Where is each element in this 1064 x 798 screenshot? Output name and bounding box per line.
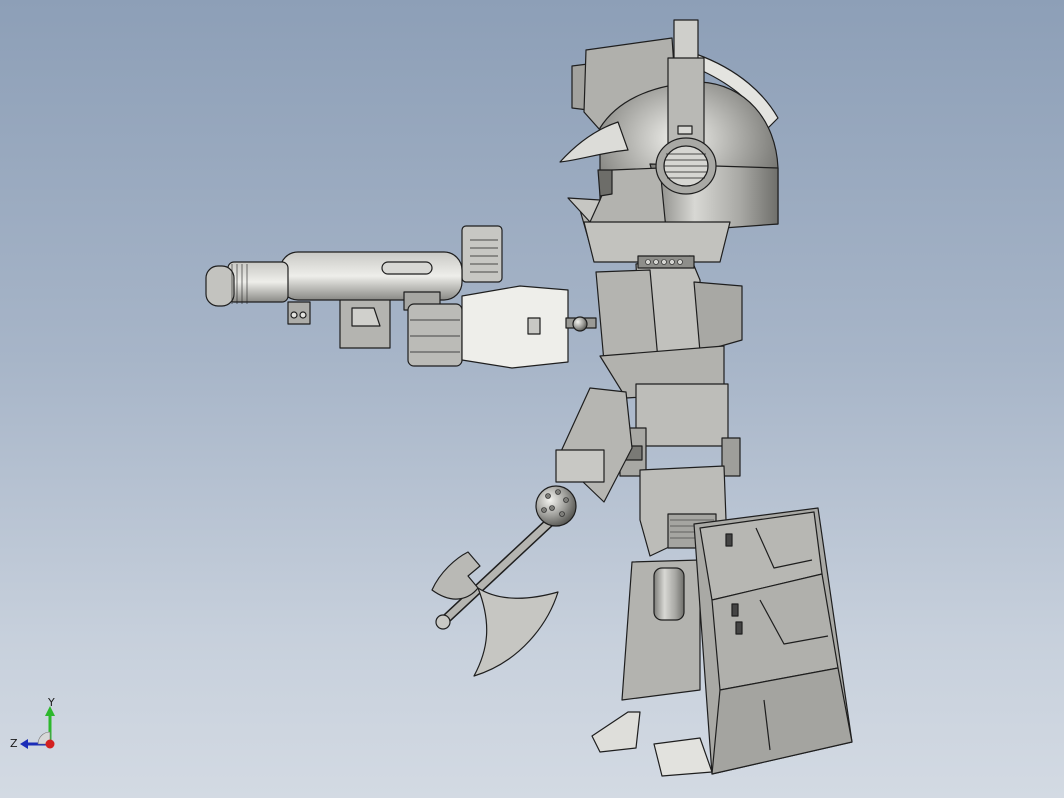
y-axis-label: Y <box>47 698 55 709</box>
battle-axe-icon <box>431 485 577 677</box>
helmet-icon <box>559 19 779 263</box>
robot-model-view[interactable] <box>0 0 1064 798</box>
x-axis-origin-icon <box>45 739 55 749</box>
z-axis-label: Z <box>10 737 18 750</box>
left-arm <box>555 387 633 503</box>
shield-pack-icon <box>693 507 853 775</box>
coordinate-triad: Y Z <box>10 698 55 750</box>
graphics-viewport[interactable]: Y Z <box>0 0 1064 798</box>
